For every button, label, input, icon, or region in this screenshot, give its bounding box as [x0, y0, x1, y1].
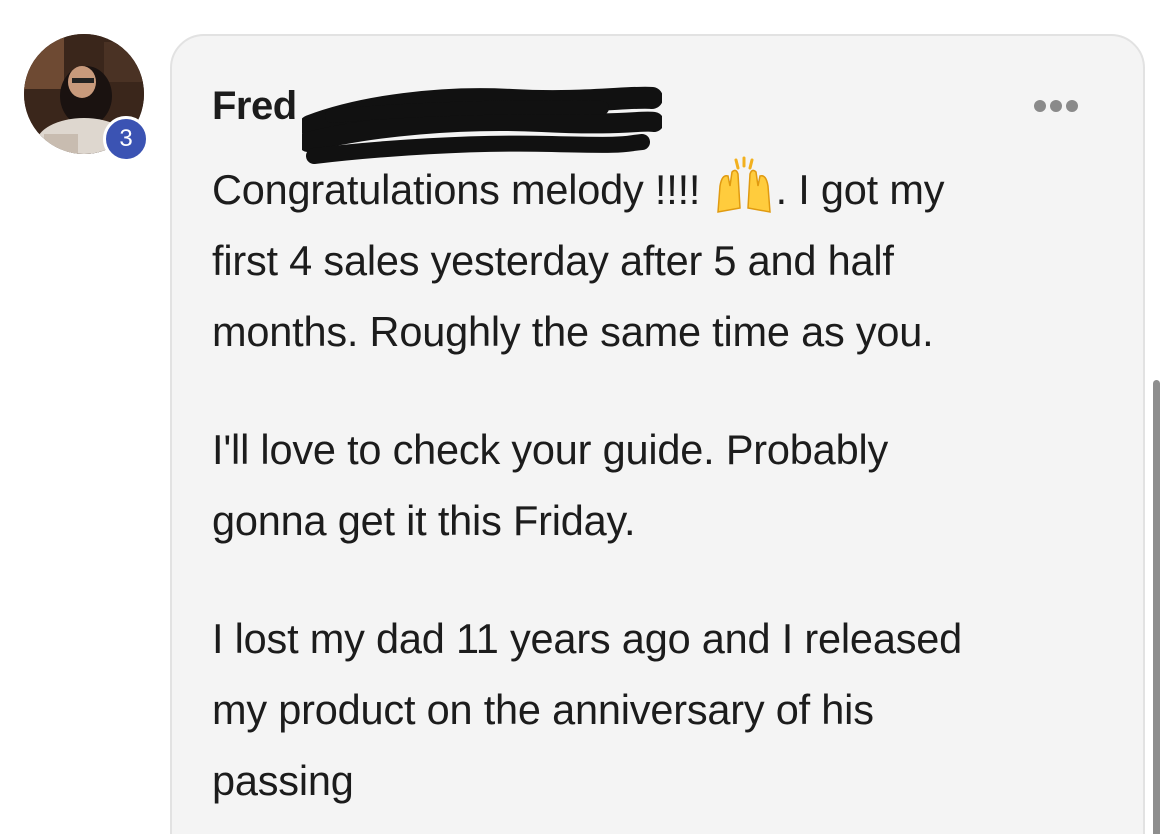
comment-paragraph-1: Congratulations melody !!!! . I got my f…	[212, 154, 1112, 367]
scrollbar[interactable]	[1153, 380, 1160, 834]
paragraph-1-start: Congratulations melody !!!!	[212, 166, 712, 213]
comment-paragraph-2: I'll love to check your guide. Probably …	[212, 426, 889, 544]
comment-paragraph-3: I lost my dad 11 years ago and I release…	[212, 615, 963, 804]
comment-timestamp: 43m	[470, 85, 541, 126]
separator-dot: •	[450, 84, 464, 127]
raising-hands-emoji	[716, 156, 771, 213]
comment-body: Congratulations melody !!!! . I got my f…	[212, 154, 1112, 834]
comment-header: Fred • 43m	[212, 84, 540, 128]
comment-bubble: Fred • 43m Congratulations melody !!!! .…	[170, 34, 1145, 834]
level-badge: 3	[103, 116, 149, 162]
comment-thread: 3 Fred • 43m Congratulations melody !!!!	[0, 0, 1169, 834]
more-dots-icon[interactable]	[1033, 94, 1079, 118]
author-name[interactable]: Fred	[212, 84, 297, 129]
